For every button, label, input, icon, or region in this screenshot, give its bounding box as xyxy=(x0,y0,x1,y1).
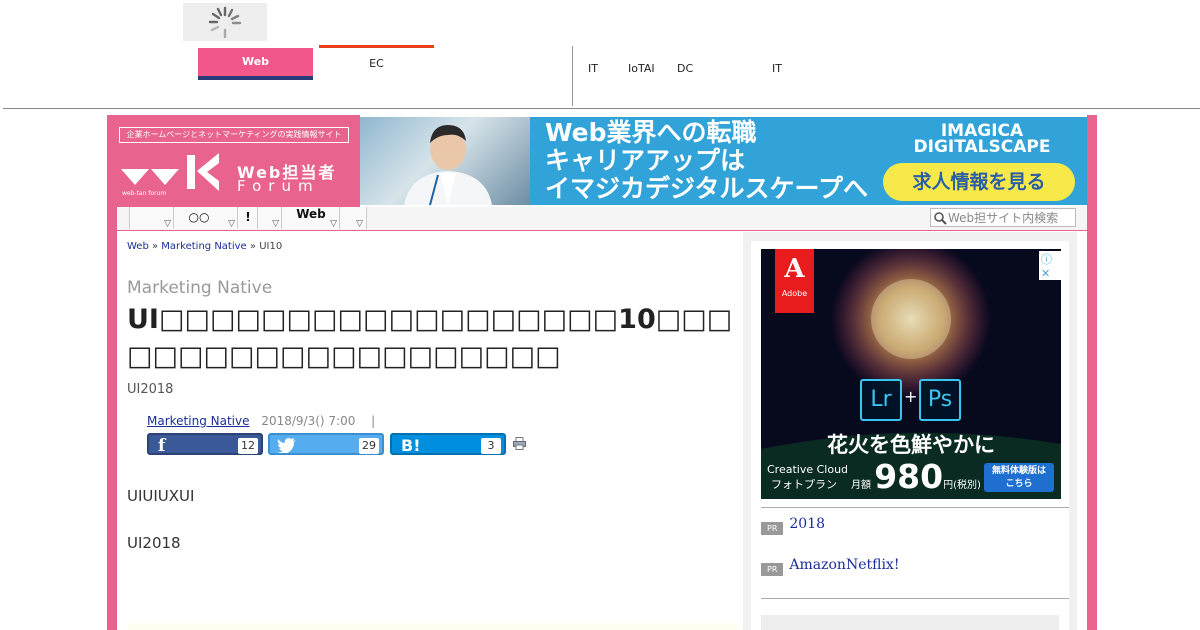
site-frame: 企業ホームページとネットマーケティングの実践情報サイト Web担当者 Forum… xyxy=(107,115,1097,630)
nav-item-1[interactable]: ▽ xyxy=(129,207,175,229)
banner-ad[interactable]: Web業界への転職 キャリアアップは イマジカデジタルスケープへ IMAGICA… xyxy=(360,117,1087,205)
breadcrumb-home[interactable]: Web xyxy=(127,241,149,252)
facebook-share-button[interactable]: f 12 xyxy=(147,433,263,456)
nav-item-3[interactable]: ! xyxy=(237,207,259,229)
breadcrumb-current: UI10 xyxy=(259,241,283,252)
ad-product: Creative Cloud フォトプラン xyxy=(767,463,849,491)
hatena-bookmark-icon: B! xyxy=(401,436,421,455)
article-paragraph-1: UIUIUXUI xyxy=(127,487,195,505)
photoshop-icon: Ps xyxy=(919,379,961,421)
dropdown-icon: ▽ xyxy=(272,219,279,229)
banner-cta-button[interactable]: 求人情報を見る xyxy=(883,163,1075,201)
site-search-input[interactable]: Web担サイト内検索 xyxy=(930,208,1076,227)
header-link-dc[interactable]: DC xyxy=(677,62,693,75)
article-subtitle: UI2018 xyxy=(127,382,174,397)
facebook-count: 12 xyxy=(238,438,258,454)
site-header: Web EC IT IoTAI DC IT xyxy=(0,0,1200,110)
dropdown-icon: ▽ xyxy=(164,219,171,229)
pr-link-1[interactable]: PR 2018 xyxy=(761,516,825,535)
header-link-iotai[interactable]: IoTAI xyxy=(628,62,655,75)
hatena-share-button[interactable]: B! 3 xyxy=(390,433,506,455)
article-next-block xyxy=(127,623,737,630)
ad-catchphrase: 花火を色鮮やかに xyxy=(827,433,995,457)
hatena-count: 3 xyxy=(481,438,501,454)
article-title: UI□□□□□□□□□□□□□□□□□□10□□□□□□□□□□□□□□□□□□… xyxy=(127,304,733,372)
breadcrumb-section[interactable]: Marketing Native xyxy=(161,241,246,252)
tab-web[interactable]: Web xyxy=(198,48,313,80)
header-rule xyxy=(3,108,1200,109)
sidebar-divider xyxy=(761,598,1069,599)
sidebar-next-block xyxy=(761,615,1059,630)
article-byline: Marketing Native 2018/9/3() 7:00 | xyxy=(147,414,376,428)
site-logo[interactable]: 企業ホームページとネットマーケティングの実践情報サイト Web担当者 Forum… xyxy=(117,115,360,207)
main-nav: ▽ ○○ ▽ ! ▽ Web ▽ ▽ Web担サイト内検索 xyxy=(117,207,1087,231)
pr-badge: PR xyxy=(761,563,784,576)
print-icon[interactable] xyxy=(513,437,526,450)
search-placeholder: Web担サイト内検索 xyxy=(948,211,1059,225)
site-tagline: 企業ホームページとネットマーケティングの実践情報サイト xyxy=(119,127,349,143)
article-paragraph-2: UI2018 xyxy=(127,534,181,552)
pr-badge: PR xyxy=(761,522,784,535)
ad-price: 月額 980円(税別) xyxy=(851,457,981,496)
plus-icon: + xyxy=(904,387,918,406)
twitter-bird-icon xyxy=(277,438,296,453)
header-link-it[interactable]: IT xyxy=(588,62,598,75)
nav-item-4[interactable]: ▽ xyxy=(257,207,283,229)
twitter-share-button[interactable]: 29 xyxy=(268,433,384,455)
tab-ec[interactable]: EC xyxy=(319,45,434,82)
breadcrumb: Web » Marketing Native » UI10 xyxy=(127,241,283,252)
banner-brand: IMAGICA DIGITALSCAPE xyxy=(913,121,1051,157)
loading-spinner xyxy=(183,3,267,41)
nav-item-2[interactable]: ○○ ▽ xyxy=(173,207,239,229)
pr-link-2[interactable]: PR AmazonNetflix! xyxy=(761,557,899,576)
logo-mark-icon xyxy=(121,153,219,191)
search-icon xyxy=(934,212,947,225)
lightroom-icon: Lr xyxy=(860,379,902,421)
free-trial-button[interactable]: 無料体験版は こちら xyxy=(984,463,1054,492)
dropdown-icon: ▽ xyxy=(330,219,337,229)
facebook-icon: f xyxy=(158,436,166,456)
spinner-icon xyxy=(208,6,242,38)
nav-item-web[interactable]: Web ▽ xyxy=(281,207,341,229)
author-link[interactable]: Marketing Native xyxy=(147,414,249,428)
person-photo-icon xyxy=(404,125,492,205)
dropdown-icon: ▽ xyxy=(228,219,235,229)
banner-photo xyxy=(360,117,530,205)
sidebar-divider xyxy=(761,507,1069,508)
publish-date: 2018/9/3() 7:00 xyxy=(261,414,356,428)
nav-item-6[interactable]: ▽ xyxy=(339,207,367,229)
adobe-logo: A Adobe xyxy=(775,249,814,313)
banner-headline: Web業界への転職 キャリアアップは イマジカデジタルスケープへ xyxy=(545,118,869,203)
header-link-it-2[interactable]: IT xyxy=(772,62,782,75)
sidebar-panel: A Adobe ⓘ ✕ Lr + Ps 花火を色鮮やかに Creative Cl… xyxy=(751,241,1069,630)
logo-wordmark: web-tan forum xyxy=(122,190,167,197)
adchoices-icon[interactable]: ⓘ ✕ xyxy=(1039,251,1061,280)
site-content: 企業ホームページとネットマーケティングの実践情報サイト Web担当者 Forum… xyxy=(117,115,1087,630)
logo-forum: Forum xyxy=(237,177,320,195)
sidebar-ad[interactable]: A Adobe ⓘ ✕ Lr + Ps 花火を色鮮やかに Creative Cl… xyxy=(761,249,1061,499)
article-category: Marketing Native xyxy=(127,278,273,298)
header-divider xyxy=(572,46,573,106)
dropdown-icon: ▽ xyxy=(356,219,363,229)
sidebar: A Adobe ⓘ ✕ Lr + Ps 花火を色鮮やかに Creative Cl… xyxy=(743,232,1077,630)
twitter-count: 29 xyxy=(359,438,379,454)
